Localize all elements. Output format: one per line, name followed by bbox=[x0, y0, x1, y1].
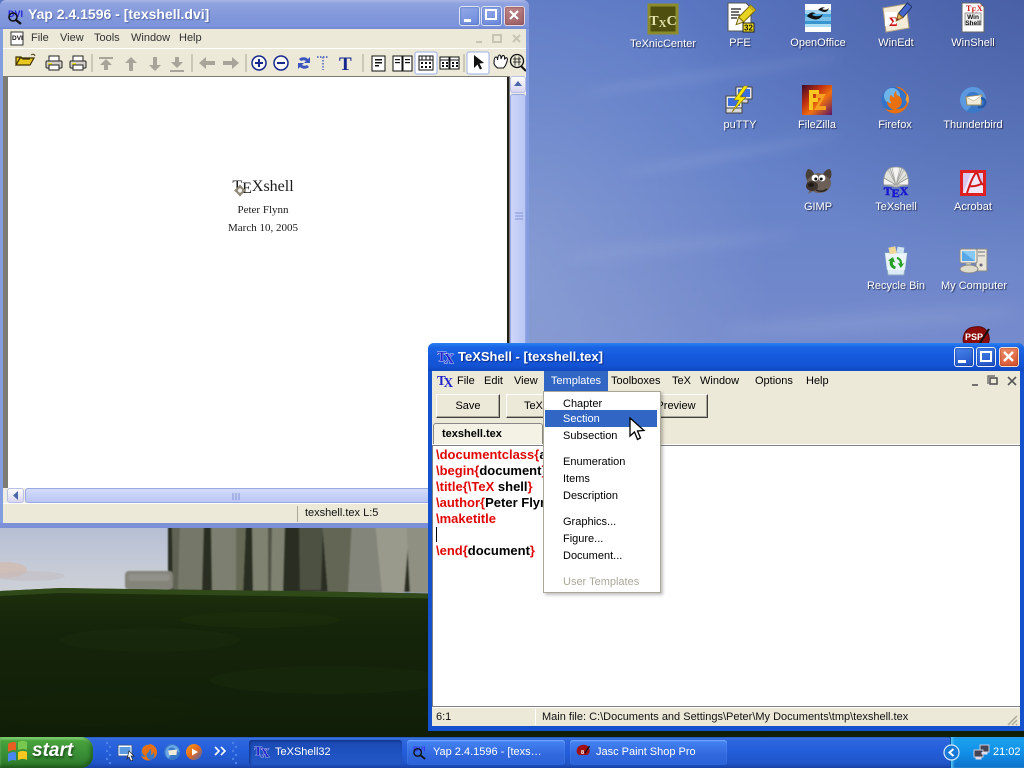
svg-text:Σ: Σ bbox=[889, 14, 898, 29]
svg-text:X: X bbox=[444, 352, 454, 365]
svg-text:X: X bbox=[444, 375, 453, 389]
svg-text:X: X bbox=[261, 746, 270, 760]
svg-text:8: 8 bbox=[581, 750, 584, 756]
svg-text:T: T bbox=[339, 54, 352, 75]
svg-text:TEX: TEX bbox=[884, 184, 909, 198]
svg-text:32: 32 bbox=[744, 24, 753, 33]
svg-text:Shell: Shell bbox=[965, 20, 981, 27]
svg-text:DVI: DVI bbox=[12, 35, 23, 42]
svg-text:PSP: PSP bbox=[965, 332, 983, 342]
